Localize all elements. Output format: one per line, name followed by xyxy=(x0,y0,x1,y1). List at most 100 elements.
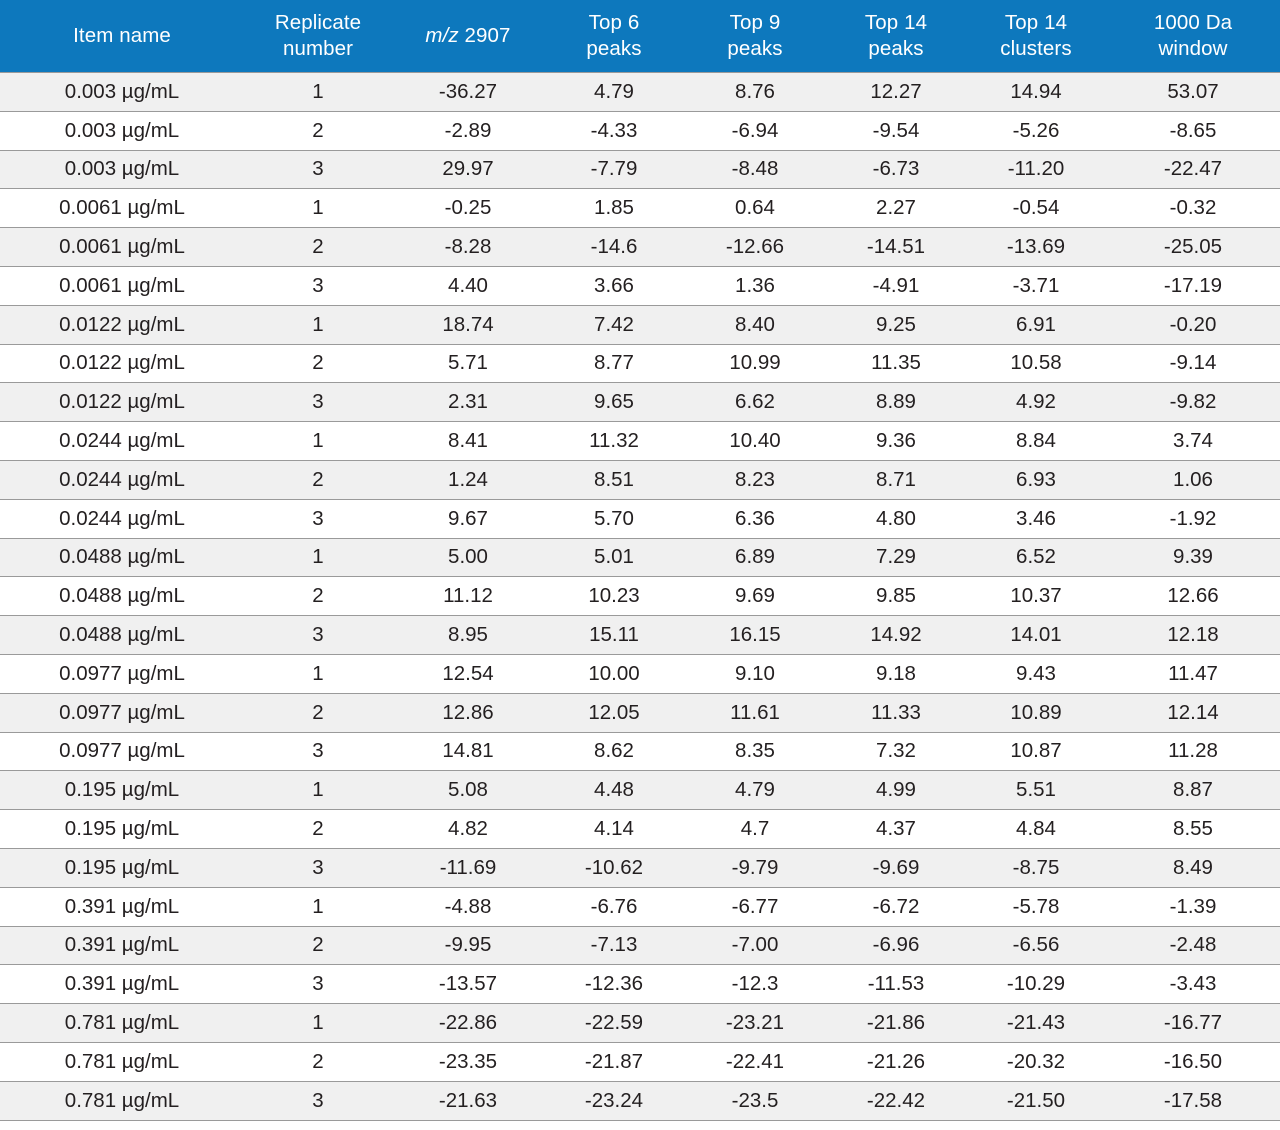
cell-top_6_peaks: -6.76 xyxy=(544,886,684,927)
cell-top_14_peaks: -4.91 xyxy=(826,265,966,306)
cell-top_6_peaks: 8.77 xyxy=(544,343,684,383)
column-header-line: clusters xyxy=(1000,37,1072,60)
cell-top_14_peaks: 4.99 xyxy=(826,770,966,810)
cell-mz_2907: 2.31 xyxy=(392,382,544,422)
cell-top_14_peaks: -6.96 xyxy=(826,925,966,965)
cell-item_name: 0.391 µg/mL xyxy=(0,964,244,1004)
cell-top_6_peaks: 12.05 xyxy=(544,692,684,733)
cell-replicate: 2 xyxy=(244,692,392,733)
cell-replicate: 2 xyxy=(244,1041,392,1082)
cell-top_6_peaks: 15.11 xyxy=(544,615,684,655)
cell-mz_2907: -9.95 xyxy=(392,925,544,965)
cell-top_9_peaks: 4.7 xyxy=(684,809,826,849)
cell-top_9_peaks: 16.15 xyxy=(684,615,826,655)
table-row: 0.391 µg/mL 2 -9.95 -7.13 -7.00 -6.96 -6.56 -2.… xyxy=(0,925,1280,965)
cell-top_14_peaks: 12.27 xyxy=(826,72,966,112)
cell-replicate: 2 xyxy=(244,809,392,849)
cell-top_9_peaks: -8.48 xyxy=(684,149,826,189)
cell-window_1000_da: -16.77 xyxy=(1106,1003,1280,1043)
cell-top_14_peaks: 11.33 xyxy=(826,692,966,733)
cell-window_1000_da: -9.14 xyxy=(1106,343,1280,383)
cell-top_6_peaks: -7.79 xyxy=(544,149,684,189)
cell-top_6_peaks: 3.66 xyxy=(544,265,684,306)
cell-top_14_clusters: -8.75 xyxy=(966,847,1106,888)
cell-top_6_peaks: 4.48 xyxy=(544,770,684,810)
cell-window_1000_da: 3.74 xyxy=(1106,421,1280,461)
cell-window_1000_da: 53.07 xyxy=(1106,72,1280,112)
cell-item_name: 0.003 µg/mL xyxy=(0,149,244,189)
cell-top_14_clusters: -21.50 xyxy=(966,1080,1106,1121)
cell-top_14_peaks: 4.37 xyxy=(826,809,966,849)
cell-top_14_peaks: 9.85 xyxy=(826,576,966,616)
cell-top_6_peaks: -7.13 xyxy=(544,925,684,965)
cell-top_9_peaks: 6.62 xyxy=(684,382,826,422)
cell-top_9_peaks: -12.66 xyxy=(684,227,826,267)
table-row: 0.391 µg/mL 1 -4.88 -6.76 -6.77 -6.72 -5.78 -1.… xyxy=(0,886,1280,927)
cell-top_6_peaks: -4.33 xyxy=(544,110,684,151)
cell-top_14_clusters: 5.51 xyxy=(966,770,1106,810)
cell-top_14_peaks: 9.25 xyxy=(826,304,966,345)
cell-top_6_peaks: -14.6 xyxy=(544,227,684,267)
cell-item_name: 0.0061 µg/mL xyxy=(0,265,244,306)
cell-item_name: 0.0061 µg/mL xyxy=(0,227,244,267)
cell-window_1000_da: 8.49 xyxy=(1106,847,1280,888)
table-row: 0.0061 µg/mL 1 -0.25 1.85 0.64 2.27 -0.54 -0.32 xyxy=(0,188,1280,228)
table-body: 0.003 µg/mL 1 -36.27 4.79 8.76 12.27 14.94 53.0… xyxy=(0,72,1280,1121)
cell-top_14_peaks: 11.35 xyxy=(826,343,966,383)
column-header-line: number xyxy=(282,37,354,60)
cell-top_14_clusters: 14.94 xyxy=(966,72,1106,112)
cell-replicate: 2 xyxy=(244,576,392,616)
cell-top_14_peaks: 2.27 xyxy=(826,188,966,228)
cell-mz_2907: 5.00 xyxy=(392,537,544,577)
cell-window_1000_da: 11.47 xyxy=(1106,653,1280,694)
cell-top_6_peaks: -23.24 xyxy=(544,1080,684,1121)
cell-top_9_peaks: 11.61 xyxy=(684,692,826,733)
cell-item_name: 0.0488 µg/mL xyxy=(0,615,244,655)
cell-top_14_clusters: -0.54 xyxy=(966,188,1106,228)
cell-mz_2907: -23.35 xyxy=(392,1041,544,1082)
column-header-item_name: Item name xyxy=(0,0,244,73)
cell-top_14_clusters: -5.26 xyxy=(966,110,1106,151)
column-header-line: peaks xyxy=(868,37,924,60)
table-row: 0.003 µg/mL 1 -36.27 4.79 8.76 12.27 14.94 53.0… xyxy=(0,72,1280,112)
cell-top_9_peaks: 0.64 xyxy=(684,188,826,228)
cell-replicate: 2 xyxy=(244,110,392,151)
table-row: 0.0488 µg/mL 1 5.00 5.01 6.89 7.29 6.52 9.39 xyxy=(0,537,1280,577)
cell-window_1000_da: 9.39 xyxy=(1106,537,1280,577)
column-header-line: Top 9 xyxy=(729,11,781,34)
cell-top_9_peaks: -12.3 xyxy=(684,964,826,1004)
table-row: 0.0122 µg/mL 2 5.71 8.77 10.99 11.35 10.58 -9.1… xyxy=(0,343,1280,383)
cell-top_6_peaks: -12.36 xyxy=(544,964,684,1004)
cell-top_6_peaks: 7.42 xyxy=(544,304,684,345)
column-header-mz_2907: m/z 2907 xyxy=(392,0,544,73)
cell-mz_2907: 9.67 xyxy=(392,498,544,539)
column-header-top_6_peaks: Top 6 peaks xyxy=(544,0,684,73)
cell-top_14_clusters: 6.52 xyxy=(966,537,1106,577)
cell-top_14_peaks: -21.26 xyxy=(826,1041,966,1082)
cell-top_14_peaks: 8.89 xyxy=(826,382,966,422)
cell-top_9_peaks: 8.40 xyxy=(684,304,826,345)
cell-top_6_peaks: -10.62 xyxy=(544,847,684,888)
cell-top_6_peaks: 5.70 xyxy=(544,498,684,539)
cell-top_14_clusters: 8.84 xyxy=(966,421,1106,461)
cell-window_1000_da: -0.32 xyxy=(1106,188,1280,228)
cell-replicate: 1 xyxy=(244,188,392,228)
cell-mz_2907: 8.95 xyxy=(392,615,544,655)
table-row: 0.0122 µg/mL 1 18.74 7.42 8.40 9.25 6.91 -0.20 xyxy=(0,304,1280,345)
cell-mz_2907: 1.24 xyxy=(392,459,544,500)
column-header-line: peaks xyxy=(727,37,783,60)
cell-item_name: 0.0244 µg/mL xyxy=(0,421,244,461)
cell-replicate: 3 xyxy=(244,964,392,1004)
cell-window_1000_da: -2.48 xyxy=(1106,925,1280,965)
cell-top_14_peaks: 14.92 xyxy=(826,615,966,655)
cell-top_14_clusters: 10.89 xyxy=(966,692,1106,733)
cell-top_6_peaks: -21.87 xyxy=(544,1041,684,1082)
column-header-replicate: Replicate number xyxy=(244,0,392,73)
cell-top_6_peaks: 9.65 xyxy=(544,382,684,422)
cell-window_1000_da: -9.82 xyxy=(1106,382,1280,422)
cell-top_14_clusters: 10.58 xyxy=(966,343,1106,383)
cell-top_6_peaks: 8.62 xyxy=(544,731,684,771)
column-header-line: m/z 2907 xyxy=(425,24,511,47)
cell-top_9_peaks: 4.79 xyxy=(684,770,826,810)
cell-top_14_peaks: 7.29 xyxy=(826,537,966,577)
